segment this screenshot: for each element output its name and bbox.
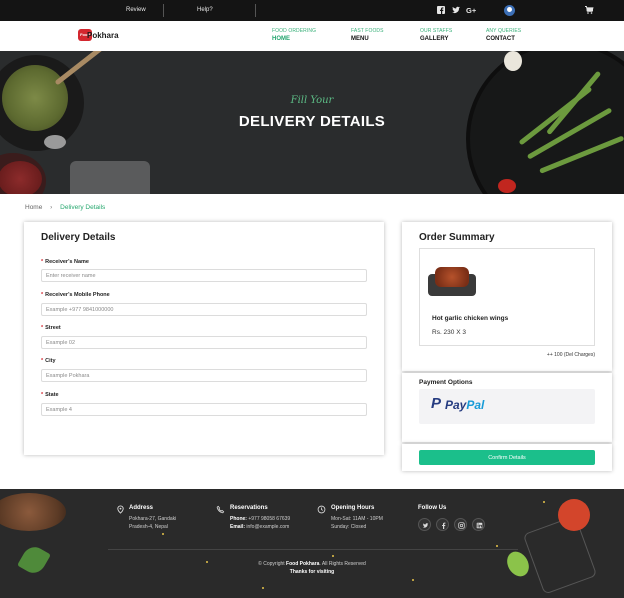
nav-item-label: MENU [351, 36, 369, 42]
follow-heading: Follow Us [418, 505, 447, 511]
hero-title: DELIVERY DETAILS [238, 113, 386, 130]
thanks-text: Thanks for visiting [289, 569, 335, 575]
hours-line: Sunday: Closed [331, 524, 367, 530]
linkedin-icon[interactable] [472, 518, 485, 531]
required-marker: * [41, 259, 44, 265]
main-nav: Food Pokhara FOOD ORDERING HOME FAST FOO… [0, 21, 624, 51]
delivery-form-card: Delivery Details *Receiver's Name *Recei… [24, 222, 384, 455]
nav-item-gallery[interactable]: OUR STAFFS GALLERY [420, 28, 452, 43]
city-label: * City [41, 358, 56, 364]
phone-line: Phone: +977 98058 67639 [230, 516, 291, 522]
receiver-name-label: * Receiver's Name [41, 259, 89, 265]
payment-card: Payment Options P PayPal [402, 373, 612, 442]
clock-icon [317, 505, 326, 514]
item-name: Hot garlic chicken wings [432, 315, 509, 322]
breadcrumb-current: Delivery Details [60, 204, 106, 211]
city-input[interactable] [41, 369, 367, 382]
help-link[interactable]: Help? [197, 7, 213, 13]
tomato-slice-image [558, 499, 590, 531]
required-marker: * [41, 392, 44, 398]
footer-address: Address Pokhara-27, Gandaki Pradesh-4, N… [129, 505, 176, 530]
nav-item-menu[interactable]: FAST FOODS MENU [351, 28, 384, 43]
copyright: © Copyright Food Pokhara. All Rights Res… [258, 561, 366, 575]
required-marker: * [41, 292, 44, 298]
footer-follow: Follow Us [418, 505, 446, 511]
facebook-icon[interactable] [436, 518, 449, 531]
instagram-icon[interactable] [454, 518, 467, 531]
location-icon [117, 505, 124, 514]
nav-item-home[interactable]: FOOD ORDERING HOME [272, 28, 316, 43]
hours-line: Mon-Sat: 11AM - 10PM [331, 516, 383, 522]
footer: Address Pokhara-27, Gandaki Pradesh-4, N… [0, 489, 624, 598]
order-item: Hot garlic chicken wings Rs. 230 X 3 [419, 248, 595, 346]
hours-heading: Opening Hours [331, 505, 375, 511]
chevron-right-icon: › [50, 204, 53, 211]
twitter-icon[interactable] [451, 5, 461, 15]
pizza-image [0, 493, 66, 531]
twitter-icon[interactable] [418, 518, 431, 531]
footer-reservations: Reservations Phone: +977 98058 67639 Ema… [230, 505, 290, 530]
address-line: Pradesh-4, Nepal [129, 524, 168, 530]
top-bar: Review Help? G+ [0, 0, 624, 21]
hero-banner: Fill Your DELIVERY DETAILS [0, 51, 624, 194]
confirm-card: Confirm Details [402, 444, 612, 471]
nav-item-subtitle: OUR STAFFS [420, 28, 453, 34]
required-marker: * [41, 358, 44, 364]
nav-item-label: HOME [272, 36, 290, 42]
state-input[interactable] [41, 403, 367, 416]
phone-icon [216, 505, 225, 514]
receiver-phone-label: * Receiver's Mobile Phone [41, 292, 110, 298]
street-input[interactable] [41, 336, 367, 349]
state-label: * State [41, 392, 59, 398]
garlic-image [504, 51, 522, 71]
reservations-heading: Reservations [230, 505, 268, 511]
google-plus-icon[interactable]: G+ [466, 5, 478, 15]
street-label: * Street [41, 325, 61, 331]
paypal-label: PayPal [445, 398, 485, 412]
receiver-name-input[interactable] [41, 269, 367, 282]
address-line: Pokhara-27, Gandaki [129, 516, 177, 522]
form-title: Delivery Details [41, 232, 116, 243]
cart-icon[interactable] [584, 5, 594, 15]
top-bar-divider [255, 4, 256, 17]
nav-item-subtitle: ANY QUERIES [486, 28, 522, 34]
delivery-charges: ++ 100 (Del Charges) [546, 352, 595, 358]
pepper-bowl-image [0, 153, 46, 194]
review-link[interactable]: Review [126, 7, 146, 13]
receiver-phone-input[interactable] [41, 303, 367, 316]
cloth-image [70, 161, 150, 194]
email-line: Email: info@example.com [230, 524, 290, 530]
item-price: Rs. 230 X 3 [432, 329, 466, 336]
food-item-image [428, 264, 476, 298]
nav-item-subtitle: FOOD ORDERING [272, 28, 317, 34]
paypal-icon: P [431, 395, 442, 412]
nav-item-label: CONTACT [486, 36, 515, 42]
address-heading: Address [129, 505, 154, 511]
top-bar-divider [163, 4, 164, 17]
breadcrumb-home[interactable]: Home [25, 204, 42, 211]
breadcrumb: Home › Delivery Details [25, 204, 105, 211]
required-marker: * [41, 325, 44, 331]
nav-item-subtitle: FAST FOODS [351, 28, 384, 34]
summary-title: Order Summary [419, 232, 495, 243]
brand-name: Pokhara [87, 31, 119, 40]
payment-title: Payment Options [419, 379, 473, 386]
svg-text:G+: G+ [466, 6, 477, 15]
footer-divider [108, 549, 518, 550]
tomato-image [498, 179, 516, 193]
nav-item-contact[interactable]: ANY QUERIES CONTACT [486, 28, 521, 43]
facebook-icon[interactable] [436, 5, 446, 15]
fries-outline-image [522, 515, 598, 595]
paypal-option[interactable]: P PayPal [419, 389, 595, 424]
nav-item-label: GALLERY [420, 36, 449, 42]
order-summary-card: Order Summary Hot garlic chicken wings R… [402, 222, 612, 371]
spoon-head-image [44, 135, 66, 149]
footer-hours: Opening Hours Mon-Sat: 11AM - 10PM Sunda… [331, 505, 383, 530]
confirm-details-button[interactable]: Confirm Details [419, 450, 595, 465]
user-icon[interactable] [504, 5, 515, 16]
hero-kicker: Fill Your [290, 95, 334, 106]
